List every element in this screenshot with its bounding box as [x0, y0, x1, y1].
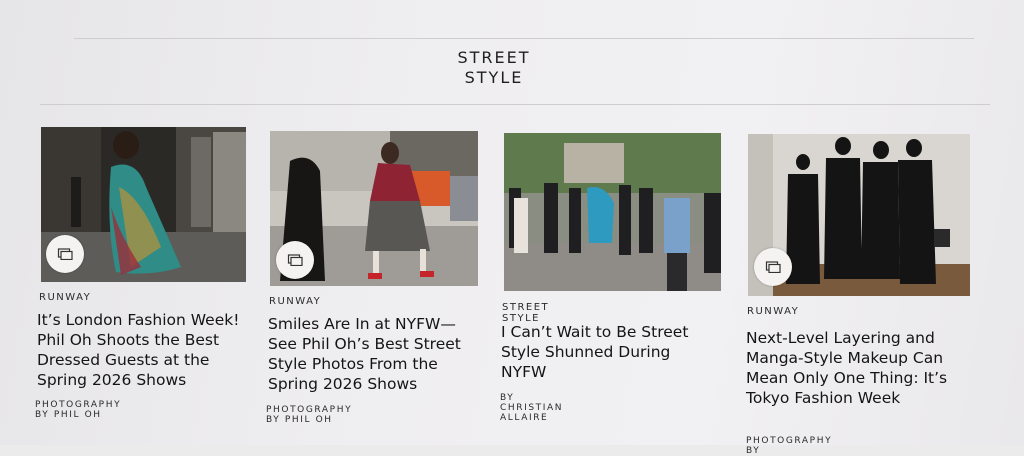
article-byline: PHOTOGRAPHY BY — [746, 436, 833, 456]
article-image-london[interactable] — [41, 127, 246, 282]
gallery-icon — [57, 248, 73, 260]
photo-nyfw-crowd — [504, 133, 721, 291]
section-title-line-1: STREET — [457, 48, 531, 67]
article-image-nyfw-smiles[interactable] — [270, 131, 478, 286]
gallery-icon — [287, 254, 303, 266]
article-kicker[interactable]: RUNWAY — [747, 306, 799, 317]
page: STREET STYLE RUNWAY It’s London Fashion … — [0, 0, 1024, 456]
article-headline[interactable]: Next-Level Layering and Manga-Style Make… — [746, 328, 974, 408]
gallery-badge[interactable] — [46, 235, 84, 273]
article-byline: BY CHRISTIAN ALLAIRE — [500, 393, 564, 423]
section-top-divider — [74, 38, 974, 39]
section-title[interactable]: STREET STYLE — [0, 48, 988, 88]
section-title-line-2: STYLE — [464, 68, 524, 87]
article-headline[interactable]: I Can’t Wait to Be Street Style Shunned … — [501, 322, 719, 382]
article-byline: PHOTOGRAPHY BY PHIL OH — [266, 405, 353, 425]
article-kicker[interactable]: RUNWAY — [39, 292, 91, 303]
gallery-badge[interactable] — [754, 248, 792, 286]
article-image-tokyo[interactable] — [748, 134, 970, 296]
gallery-icon — [765, 261, 781, 273]
article-kicker[interactable]: RUNWAY — [269, 296, 321, 307]
article-headline[interactable]: Smiles Are In at NYFW—See Phil Oh’s Best… — [268, 314, 480, 394]
article-image-street-style-shunned[interactable] — [504, 133, 721, 291]
section-bottom-divider — [40, 104, 990, 105]
article-byline: PHOTOGRAPHY BY PHIL OH — [35, 400, 122, 420]
article-kicker[interactable]: STREET STYLE — [502, 302, 549, 324]
gallery-badge[interactable] — [276, 241, 314, 279]
article-headline[interactable]: It’s London Fashion Week! Phil Oh Shoots… — [37, 310, 247, 390]
